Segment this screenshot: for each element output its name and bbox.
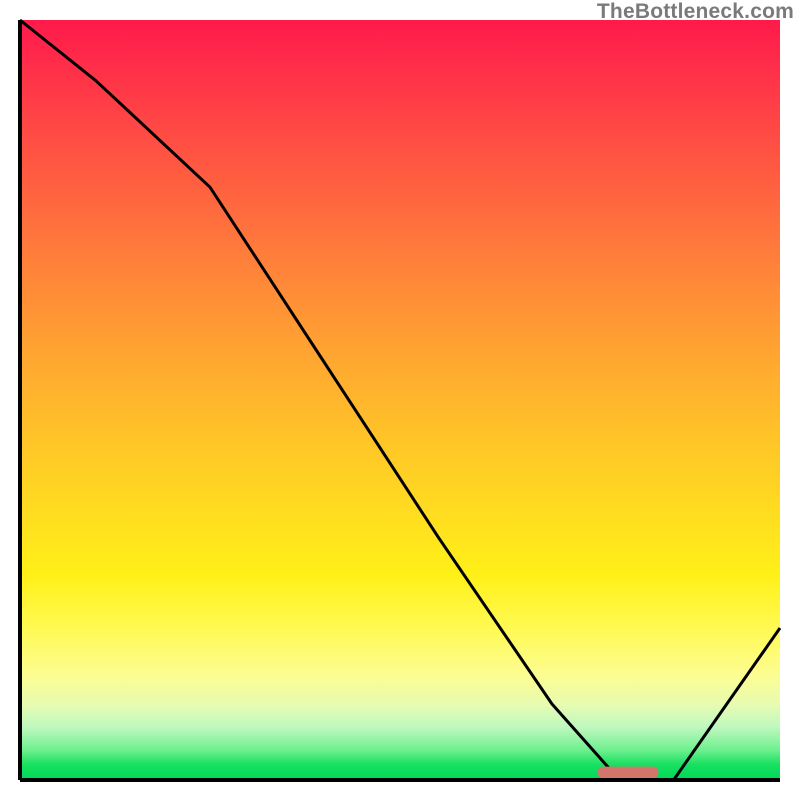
plot-area (20, 20, 780, 780)
chart-container: TheBottleneck.com (0, 0, 800, 800)
optimal-marker (598, 767, 659, 778)
bottleneck-curve (20, 20, 780, 780)
chart-svg (20, 20, 780, 780)
